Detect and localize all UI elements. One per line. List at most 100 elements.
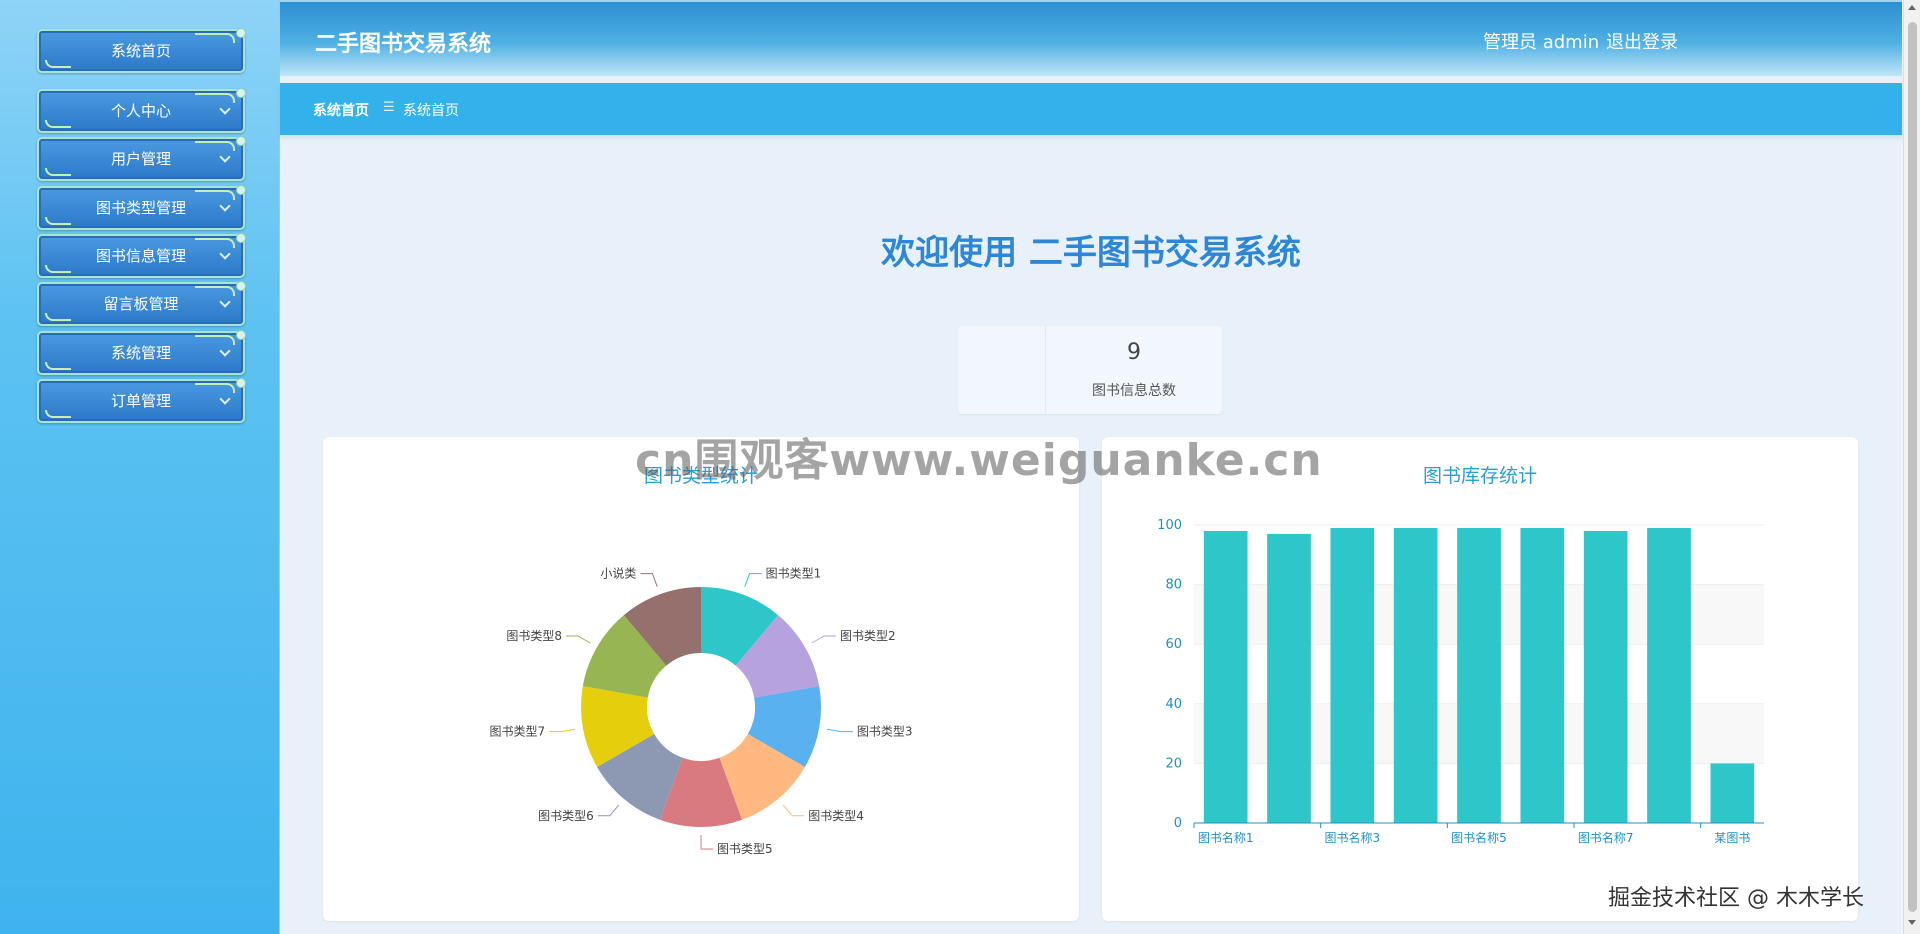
sidebar-item-4[interactable]: 图书信息管理	[37, 233, 246, 278]
bar[interactable]	[1267, 533, 1311, 823]
pie-label-line	[744, 573, 762, 587]
scroll-thumb[interactable]	[1908, 22, 1917, 912]
sidebar-item-label: 留言板管理	[103, 295, 179, 313]
top-header: 二手图书交易系统 管理员 admin 退出登录	[280, 0, 1902, 76]
sidebar-item-label: 系统管理	[110, 344, 171, 362]
pie-label-line	[700, 835, 713, 850]
chevron-down-icon	[219, 248, 231, 260]
sidebar-item-5[interactable]: 留言板管理	[37, 281, 246, 326]
pie-label: 图书类型5	[717, 842, 773, 856]
ornament-icon	[195, 33, 235, 43]
chevron-down-icon	[219, 393, 231, 405]
ornament-dot-icon	[236, 281, 246, 291]
pie-chart: 图书类型1 图书类型2 图书类型3 图书类型4 图书类型5 图书类型6 图书类型7 图书类型8…	[490, 566, 913, 856]
sidebar-item-0[interactable]: 系统首页	[37, 28, 246, 73]
pie-label-line	[826, 728, 853, 733]
chevron-down-icon	[219, 151, 231, 163]
welcome-heading: 欢迎使用 二手图书交易系统	[881, 233, 1301, 273]
breadcrumb-home[interactable]: 系统首页	[313, 100, 369, 120]
x-tick-label: 某图书	[1714, 831, 1750, 845]
ornament-icon	[45, 362, 71, 370]
sidebar-item-label: 个人中心	[110, 102, 171, 120]
scroll-up-icon[interactable]	[1908, 5, 1916, 10]
ornament-icon	[195, 335, 235, 345]
sidebar-item-3[interactable]: 图书类型管理	[37, 185, 246, 230]
stat-icon-area	[958, 326, 1046, 414]
bar[interactable]	[1203, 530, 1248, 823]
ornament-icon	[195, 190, 235, 200]
pie-label: 图书类型3	[857, 725, 913, 739]
book-type-chart-panel: 图书类型统计 图书类型1 图书类型2 图书类型3 图书类型4 图书类型5 图书类型6 图书类…	[323, 437, 1079, 921]
bar[interactable]	[1583, 530, 1628, 823]
logout-link[interactable]: 退出登录	[1606, 28, 1678, 54]
ornament-icon	[195, 141, 235, 151]
pie-label-line	[811, 635, 836, 644]
x-tick-label: 图书名称5	[1451, 830, 1507, 845]
sidebar-item-label: 订单管理	[110, 392, 171, 410]
pie-label-line	[566, 635, 591, 644]
y-tick-label: 20	[1165, 756, 1182, 771]
bar[interactable]	[1520, 527, 1565, 823]
ornament-dot-icon	[236, 378, 246, 388]
x-tick-label: 图书名称3	[1325, 830, 1381, 845]
sidebar-item-1[interactable]: 个人中心	[37, 88, 246, 133]
ornament-dot-icon	[236, 88, 246, 98]
current-user: 管理员 admin	[1483, 32, 1600, 53]
bar[interactable]	[1710, 763, 1755, 823]
breadcrumb-separator-icon: ☰	[383, 100, 395, 115]
y-tick-label: 100	[1157, 518, 1182, 533]
sidebar-item-6[interactable]: 系统管理	[37, 330, 246, 375]
sidebar-item-label: 图书类型管理	[95, 199, 186, 217]
chevron-down-icon	[219, 103, 231, 115]
chevron-down-icon	[219, 345, 231, 357]
ornament-dot-icon	[236, 233, 246, 243]
ornament-icon	[195, 383, 235, 393]
bar-chart: 0 20 40 60 80 100 图书名称1 图书名称3 图书名称5 图书名称7 某图书	[1157, 518, 1764, 845]
pie-label-line	[549, 728, 576, 733]
y-tick-label: 80	[1165, 578, 1182, 593]
sidebar-item-label: 系统首页	[110, 42, 171, 60]
breadcrumb: 系统首页 ☰ 系统首页	[280, 83, 1902, 135]
pie-label: 图书类型1	[766, 567, 822, 581]
x-tick-label: 图书名称1	[1198, 830, 1254, 845]
ornament-dot-icon	[236, 185, 246, 195]
y-tick-label: 40	[1165, 697, 1182, 712]
ornament-icon	[45, 168, 71, 176]
sidebar: 系统首页个人中心用户管理图书类型管理图书信息管理留言板管理系统管理订单管理	[0, 0, 280, 934]
stat-card-book-count: 9 图书信息总数	[958, 326, 1222, 414]
ornament-icon	[45, 410, 71, 418]
book-stock-chart-panel: 图书库存统计 0 20 40 60 80 100 图书名称1 图书名称3 图书名称5 图书名称7 某…	[1102, 437, 1858, 921]
ornament-icon	[45, 313, 71, 321]
ornament-icon	[195, 286, 235, 296]
pie-label: 图书类型8	[506, 629, 562, 643]
y-tick-label: 60	[1165, 637, 1182, 652]
pie-label: 图书类型4	[808, 809, 864, 823]
pie-label: 图书类型2	[840, 629, 896, 643]
pie-label-line	[640, 573, 658, 587]
app-title: 二手图书交易系统	[315, 32, 492, 57]
ornament-icon	[45, 120, 71, 128]
ornament-dot-icon	[236, 330, 246, 340]
pie-label: 小说类	[600, 566, 636, 581]
sidebar-item-7[interactable]: 订单管理	[37, 378, 246, 423]
page-scrollbar[interactable]	[1903, 0, 1920, 934]
ornament-dot-icon	[236, 136, 246, 146]
pie-label-line	[782, 804, 805, 817]
sidebar-item-label: 用户管理	[110, 150, 171, 168]
ornament-icon	[195, 93, 235, 103]
pie-label-line	[597, 804, 620, 817]
ornament-icon	[45, 217, 71, 225]
bar[interactable]	[1457, 527, 1501, 823]
bar[interactable]	[1330, 527, 1375, 823]
sidebar-item-2[interactable]: 用户管理	[37, 136, 246, 181]
scroll-down-icon[interactable]	[1908, 920, 1916, 925]
ornament-icon	[195, 238, 235, 248]
chevron-down-icon	[219, 200, 231, 212]
bar[interactable]	[1393, 527, 1438, 823]
y-tick-label: 0	[1174, 816, 1182, 831]
bar[interactable]	[1647, 527, 1691, 823]
pie-label: 图书类型7	[490, 725, 546, 739]
stat-value: 9	[1127, 340, 1141, 365]
ornament-icon	[45, 265, 71, 273]
pie-label: 图书类型6	[538, 809, 594, 823]
